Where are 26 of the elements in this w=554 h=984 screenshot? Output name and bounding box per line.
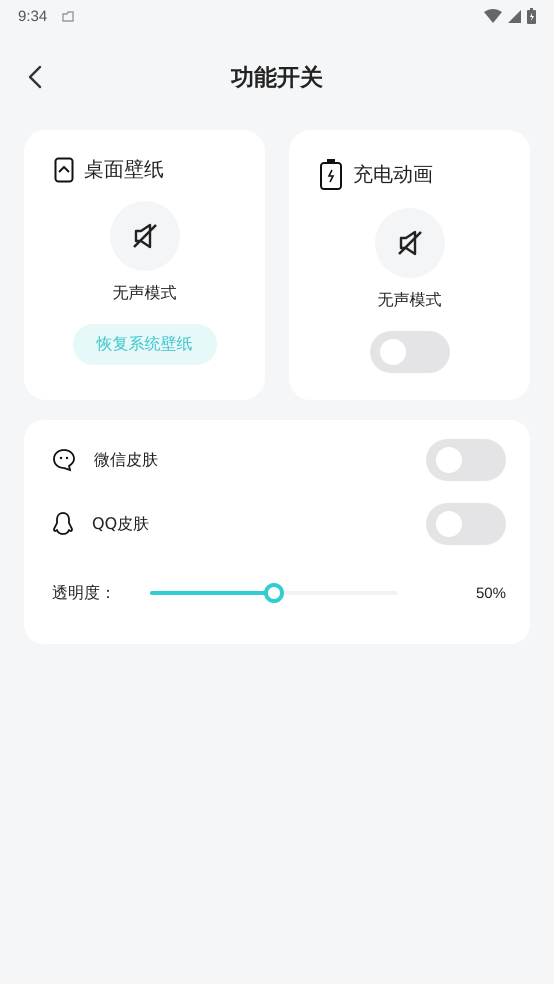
opacity-slider[interactable] [150, 583, 398, 603]
battery-charging-icon [319, 158, 343, 190]
wifi-icon [484, 9, 502, 23]
toggle-switch[interactable] [370, 331, 450, 373]
opacity-label: 透明度： [52, 582, 117, 604]
battery-icon [527, 8, 536, 24]
skin-label: 微信皮肤 [94, 450, 158, 470]
signal-icon [508, 10, 521, 22]
card-title: 充电动画 [353, 160, 433, 188]
penguin-icon [52, 511, 74, 537]
opacity-value: 50% [476, 584, 506, 602]
toggle-switch[interactable] [426, 503, 506, 545]
status-time: 9:34 [18, 8, 48, 24]
page-title: 功能开关 [231, 64, 323, 92]
restore-wallpaper-button[interactable]: 恢复系统壁纸 [72, 324, 216, 365]
toggle-switch[interactable] [426, 439, 506, 481]
mode-label: 无声模式 [378, 290, 442, 311]
card-title: 桌面壁纸 [84, 156, 164, 183]
notification-icon [61, 10, 76, 22]
mute-icon [130, 222, 158, 250]
back-icon[interactable] [28, 65, 42, 89]
mode-label: 无声模式 [112, 283, 176, 304]
skin-label: QQ皮肤 [92, 514, 150, 534]
chat-bubble-icon [52, 448, 76, 472]
wallpaper-icon [54, 156, 74, 182]
mute-icon [396, 229, 424, 257]
